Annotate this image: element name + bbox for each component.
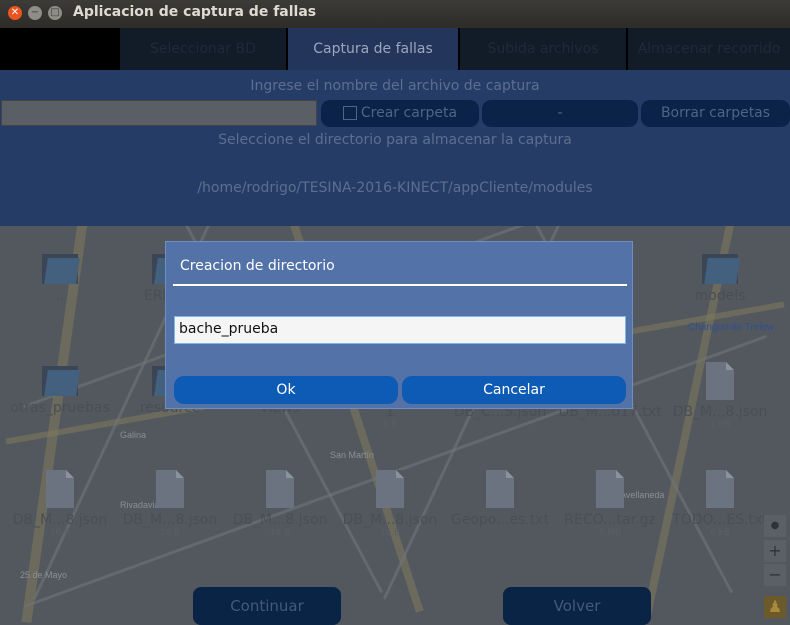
file-size: 16 B (159, 528, 181, 538)
map-label: Galina (120, 430, 147, 440)
file-size: 6 kB (710, 528, 730, 538)
file-icon (266, 470, 294, 508)
file-name: DB_M...8.json (342, 512, 438, 528)
file-name: .. (55, 288, 65, 304)
delete-folders-button[interactable]: Borrar carpetas (641, 100, 790, 127)
street-view-icon[interactable]: ♟ (764, 596, 786, 618)
zoom-out-button[interactable]: − (764, 564, 786, 586)
title-bar: ✕ − □ Aplicacion de captura de fallas (0, 0, 790, 28)
file-name: TODO...ES.txt (672, 512, 768, 528)
tab-bar: Seleccionar BD Captura de fallas Subida … (0, 28, 790, 70)
continue-button[interactable]: Continuar (193, 587, 341, 625)
file-icon (706, 362, 734, 400)
file-item[interactable]: DB_M...8.json 1 kB (665, 362, 775, 430)
folder-icon (702, 250, 740, 284)
tab-subida-archivos[interactable]: Subida archivos (460, 28, 626, 70)
file-item[interactable]: DB_M...8.json 16 B (225, 470, 335, 538)
file-icon (156, 470, 184, 508)
capture-filename-input[interactable] (1, 100, 317, 126)
create-directory-dialog: Creacion de directorio bache_prueba Ok C… (165, 241, 633, 409)
file-size: 5 MB (598, 528, 622, 538)
tab-captura-de-fallas[interactable]: Captura de fallas (288, 28, 458, 70)
file-icon (706, 470, 734, 508)
file-item[interactable]: Geopo...es.txt (445, 470, 555, 528)
folder-add-icon (342, 106, 357, 120)
tab-almacenar-recorrido[interactable]: Almacenar recorrido (628, 28, 790, 70)
location-icon[interactable]: ● (764, 515, 786, 537)
file-name: otras_pruebas (10, 400, 110, 416)
back-button[interactable]: Volver (503, 587, 651, 625)
dialog-title: Creacion de directorio (180, 258, 335, 274)
create-folder-label: Crear carpeta (360, 105, 458, 121)
maximize-window-button[interactable]: □ (48, 6, 62, 20)
folder-item[interactable]: .. (5, 250, 115, 304)
file-size: 16 B (49, 528, 71, 538)
file-size: 1 kB (710, 420, 730, 430)
map-label: 25 de Mayo (20, 570, 68, 580)
file-size: 16 B (379, 528, 401, 538)
file-size: 1 B (382, 420, 398, 430)
ok-button[interactable]: Ok (174, 376, 398, 404)
file-name: RECO...tar.gz (564, 512, 656, 528)
file-name: models (694, 288, 746, 304)
close-window-button[interactable]: ✕ (8, 6, 22, 20)
window-title: Aplicacion de captura de fallas (73, 4, 317, 20)
file-size: 16 B (269, 528, 291, 538)
map-label: Changomás Trelew (688, 322, 775, 333)
file-icon (486, 470, 514, 508)
file-icon (596, 470, 624, 508)
directory-prompt: Seleccione el directorio para almacenar … (218, 132, 572, 148)
create-folder-button[interactable]: Crear carpeta (321, 100, 479, 127)
folder-item[interactable]: models (665, 250, 775, 304)
directory-name-input[interactable]: bache_prueba (174, 316, 626, 344)
folder-icon (42, 250, 80, 284)
file-item[interactable]: TODO...ES.txt 6 kB (665, 470, 775, 538)
minimize-window-button[interactable]: − (28, 6, 42, 20)
file-name: DB_M...8.json (232, 512, 328, 528)
file-item[interactable]: RECO...tar.gz 5 MB (555, 470, 665, 538)
cancel-button[interactable]: Cancelar (402, 376, 626, 404)
zoom-in-button[interactable]: + (764, 540, 786, 562)
file-name: DB_M...8.json (122, 512, 218, 528)
file-name: DB_M...8.json (12, 512, 108, 528)
file-item[interactable]: DB_M...8.json 16 B (335, 470, 445, 538)
file-icon (376, 470, 404, 508)
file-name: DB_M...8.json (672, 404, 768, 420)
file-item[interactable]: DB_M...8.json 16 B (5, 470, 115, 538)
middle-button[interactable]: - (482, 100, 638, 127)
folder-item[interactable]: otras_pruebas (5, 362, 115, 416)
capture-filename-prompt: Ingrese el nombre del archivo de captura (250, 78, 540, 94)
folder-icon (42, 362, 80, 396)
dialog-divider (173, 284, 627, 286)
tab-seleccionar-bd[interactable]: Seleccionar BD (120, 28, 286, 70)
file-icon (46, 470, 74, 508)
file-item[interactable]: DB_M...8.json 16 B (115, 470, 225, 538)
file-name: Geopo...es.txt (450, 512, 550, 528)
current-path: /home/rodrigo/TESINA-2016-KINECT/appClie… (197, 180, 593, 196)
map-label: San Martín (330, 450, 375, 460)
